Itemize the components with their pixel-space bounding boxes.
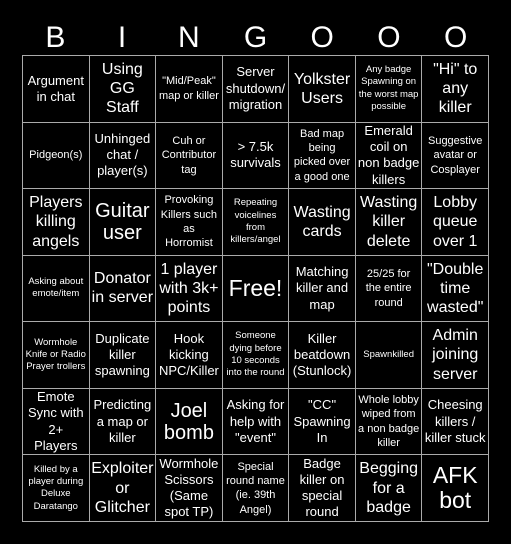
header-letter-n: N [177,21,200,54]
bingo-cell[interactable]: Killed by a player during Deluxe Daratan… [23,455,90,522]
bingo-cell[interactable]: Wormhole Scissors (Same spot TP) [156,455,223,522]
bingo-cell[interactable]: Badge killer on special round [289,455,356,522]
bingo-cell[interactable]: Special round name (ie. 39th Angel) [222,455,290,522]
bingo-cell[interactable]: Wasting cards [289,189,356,256]
bingo-cell[interactable]: Yolkster Users [289,56,356,123]
bingo-cell[interactable]: "Mid/Peak" map or killer [156,56,223,123]
bingo-cell[interactable]: AFK bot [422,455,489,522]
bingo-cell[interactable]: Wasting killer delete [355,189,423,256]
bingo-cell[interactable]: Cuh or Contributor tag [156,122,223,190]
bingo-cell[interactable]: Asking for help with "event" [222,388,290,456]
bingo-cell[interactable]: Joel bomb [156,388,223,456]
bingo-cell[interactable]: Argument in chat [23,56,90,123]
bingo-cell[interactable]: Server shutdown/ migration [222,56,290,123]
bingo-cell[interactable]: Whole lobby wiped from a non badge kille… [355,388,423,456]
bingo-cell[interactable]: Using GG Staff [89,56,157,123]
header-letter-i: I [117,21,127,54]
bingo-cell[interactable]: Spawnkilled [355,322,423,389]
bingo-cell[interactable]: Hook kicking NPC/Killer [156,322,223,389]
header-letter-o3: O [443,21,468,54]
bingo-cell[interactable]: Provoking Killers such as Horromist [156,189,223,256]
header-letter-g: G [243,21,268,54]
bingo-cell[interactable]: "CC" Spawning In [289,388,356,456]
bingo-cell[interactable]: Players killing angels [23,189,90,256]
bingo-cell[interactable]: Matching killer and map [289,255,356,323]
bingo-cell[interactable]: Lobby queue over 1 [422,189,489,256]
bingo-cell[interactable]: "Hi" to any killer [422,56,489,123]
bingo-cell[interactable]: Exploiter or Glitcher [89,455,157,522]
bingo-cell[interactable]: Any badge Spawning on the worst map poss… [355,56,423,123]
bingo-cell[interactable]: Someone dying before 10 seconds into the… [222,322,290,389]
bingo-board: Argument in chat Using GG Staff "Mid/Pea… [22,55,489,522]
bingo-cell[interactable]: Duplicate killer spawning [89,322,157,389]
bingo-cell[interactable]: Pidgeon(s) [23,122,90,190]
bingo-cell[interactable]: Wormhole Knife or Radio Prayer trollers [23,322,90,389]
bingo-cell[interactable]: Unhinged chat / player(s) [89,122,157,190]
bingo-cell[interactable]: Guitar user [89,189,157,256]
bingo-cell[interactable]: 1 player with 3k+ points [156,255,223,323]
bingo-cell[interactable]: Admin joining server [422,322,489,389]
bingo-cell[interactable]: Bad map being picked over a good one [289,122,356,190]
bingo-cell[interactable]: Repeating voicelines from killers/angel [222,189,290,256]
bingo-cell[interactable]: Begging for a badge [355,455,423,522]
bingo-header: B I N G O O O [22,20,489,56]
header-letter-b: B [45,21,66,54]
bingo-cell[interactable]: > 7.5k survivals [222,122,290,190]
bingo-cell[interactable]: Cheesing killers / killer stuck [422,388,489,456]
bingo-cell[interactable]: "Double time wasted" [422,255,489,323]
bingo-cell[interactable]: Asking about emote/item [23,255,90,323]
bingo-cell[interactable]: Predicting a map or killer [89,388,157,456]
bingo-cell[interactable]: Emote Sync with 2+ Players [23,388,90,456]
free-space[interactable]: Free! [222,255,290,323]
header-letter-o2: O [377,21,401,54]
bingo-cell[interactable]: 25/25 for the entire round [355,255,423,323]
bingo-cell[interactable]: Emerald coil on non badge killers [355,122,423,190]
header-letter-o1: O [310,21,334,54]
bingo-cell[interactable]: Killer beatdown (Stunlock) [289,322,356,389]
bingo-cell[interactable]: Suggestive avatar or Cosplayer [422,122,489,190]
bingo-cell[interactable]: Donator in server [89,255,157,323]
